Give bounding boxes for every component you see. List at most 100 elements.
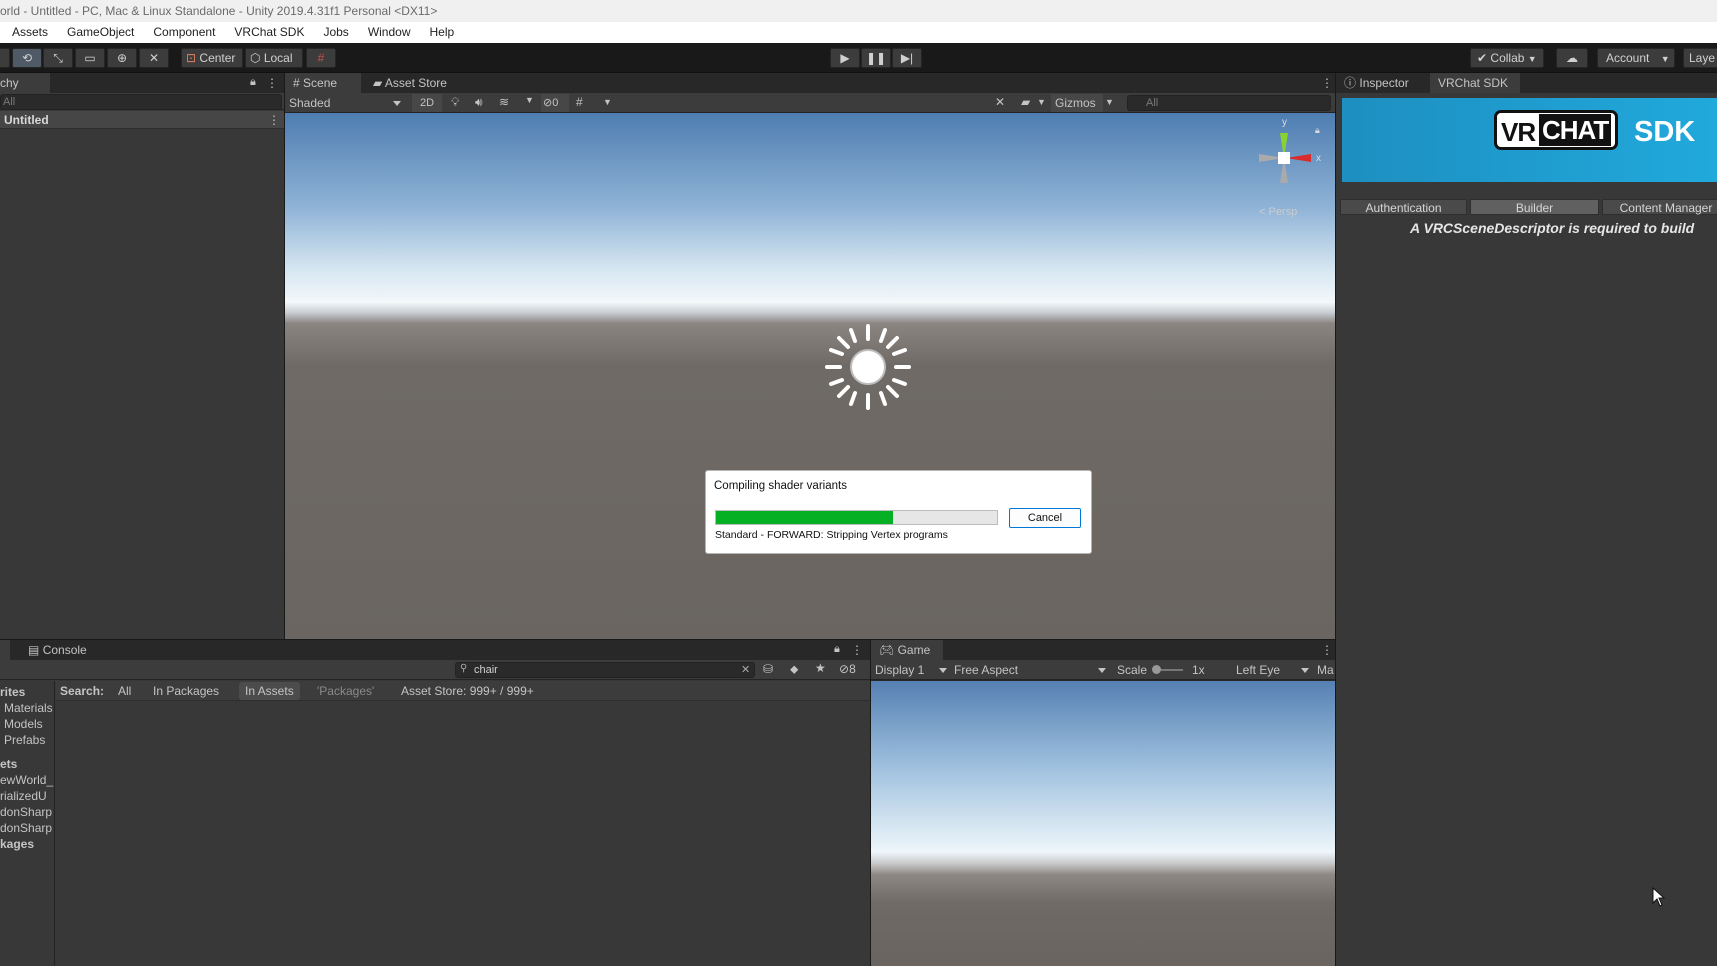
scene-viewport[interactable]: y x 🔒︎ < Persp xyxy=(285,113,1335,639)
scale-tool-button[interactable]: ⤡ xyxy=(43,48,73,68)
game-viewport[interactable] xyxy=(871,681,1335,966)
project-search-input[interactable]: chair xyxy=(455,662,755,678)
packages-header[interactable]: kages xyxy=(0,837,34,852)
menu-jobs[interactable]: Jobs xyxy=(311,22,355,43)
hierarchy-tabbar: chy 🔒︎ ⋮ xyxy=(0,73,284,93)
rotate-tool-button[interactable]: ⟲ xyxy=(12,48,42,68)
more-options-icon[interactable]: ⋮ xyxy=(266,76,278,90)
more-options-icon[interactable]: ⋮ xyxy=(851,643,863,657)
hidden-objects-toggle[interactable]: ⊘0 xyxy=(541,94,569,112)
menu-component[interactable]: Component xyxy=(141,22,222,43)
pause-button[interactable]: ❚❚ xyxy=(861,48,891,68)
step-icon: ▶| xyxy=(900,51,914,65)
scope-all[interactable]: All xyxy=(118,684,131,698)
chevron-down-icon[interactable]: ▼ xyxy=(525,95,534,105)
grid-icon[interactable]: # xyxy=(576,95,583,109)
gizmos-dropdown[interactable]: Gizmos xyxy=(1051,94,1103,112)
hierarchy-search-bar: All xyxy=(0,93,284,110)
audio-icon[interactable]: 🔊︎ xyxy=(475,95,483,110)
tab-hierarchy[interactable]: chy xyxy=(0,73,50,93)
tab-console[interactable]: ▤ Console xyxy=(20,640,100,660)
perspective-label[interactable]: < Persp xyxy=(1259,206,1297,218)
pivot-local-button[interactable]: ⬡ Local xyxy=(245,48,303,68)
tab-builder[interactable]: Builder xyxy=(1470,199,1599,215)
tool-truncated-button[interactable] xyxy=(0,48,10,68)
play-button[interactable]: ▶ xyxy=(830,48,860,68)
tab-project[interactable] xyxy=(0,640,10,660)
scene-header-row[interactable]: Untitled ⋮ xyxy=(0,111,284,129)
2d-toggle[interactable]: 2D xyxy=(412,94,442,112)
scope-packages-folder[interactable]: 'Packages' xyxy=(317,684,374,698)
asset-folder[interactable]: donSharp xyxy=(0,821,52,836)
assets-header[interactable]: ets xyxy=(0,757,17,772)
tab-vrchat-sdk[interactable]: VRChat SDK xyxy=(1430,73,1520,93)
scale-slider-handle[interactable] xyxy=(1152,665,1161,674)
directional-light-icon[interactable] xyxy=(825,324,911,410)
scale-icon: ⤡ xyxy=(53,51,63,65)
asset-store-results[interactable]: Asset Store: 999+ / 999+ xyxy=(401,684,534,698)
transform-tool-button[interactable]: ⊕ xyxy=(107,48,137,68)
menu-help[interactable]: Help xyxy=(418,22,462,43)
favorite-materials[interactable]: Materials xyxy=(4,701,53,716)
favorite-prefabs[interactable]: Prefabs xyxy=(4,733,45,748)
layers-dropdown[interactable]: Laye xyxy=(1683,48,1717,68)
clear-search-icon[interactable]: ✕ xyxy=(741,663,750,676)
maximize-on-play-toggle[interactable]: Ma xyxy=(1317,663,1334,677)
filter-by-type-icon[interactable]: ⛁ xyxy=(763,662,773,676)
vrchat-banner: VR CHAT SDK xyxy=(1342,98,1717,182)
filter-by-label-icon[interactable]: ⬥ xyxy=(790,662,798,677)
more-options-icon[interactable]: ⋮ xyxy=(268,113,280,127)
favorite-models[interactable]: Models xyxy=(4,717,43,732)
play-icon: ▶ xyxy=(840,51,850,65)
aspect-dropdown[interactable]: Free Aspect xyxy=(954,660,1104,680)
rect-tool-button[interactable]: ▭ xyxy=(75,48,105,68)
asset-folder[interactable]: donSharp xyxy=(0,805,52,820)
lock-icon[interactable]: 🔒︎ xyxy=(1315,125,1320,136)
shading-mode-dropdown[interactable]: Shaded xyxy=(289,93,405,113)
cancel-button[interactable]: Cancel xyxy=(1009,508,1081,528)
display-dropdown[interactable]: Display 1 xyxy=(875,660,947,680)
tools-icon[interactable]: ✕ xyxy=(995,95,1005,109)
more-options-icon[interactable]: ⋮ xyxy=(1321,76,1333,90)
effects-icon[interactable]: ≋ xyxy=(499,95,509,109)
tab-inspector[interactable]: ⓘ Inspector xyxy=(1336,73,1428,93)
tab-authentication[interactable]: Authentication xyxy=(1340,199,1467,215)
scene-search-input[interactable]: All xyxy=(1127,95,1331,111)
menu-window[interactable]: Window xyxy=(356,22,418,43)
menu-assets[interactable]: Assets xyxy=(0,22,55,43)
more-options-icon[interactable]: ⋮ xyxy=(1321,643,1333,657)
menu-vrchat-sdk[interactable]: VRChat SDK xyxy=(222,22,311,43)
favorite-star-icon[interactable]: ★ xyxy=(815,661,826,675)
logo-vr-text: VR xyxy=(1501,117,1536,147)
chevron-down-icon[interactable]: ▼ xyxy=(1105,97,1114,107)
scope-in-packages[interactable]: In Packages xyxy=(153,684,219,698)
lock-icon[interactable]: 🔒︎ xyxy=(250,76,256,89)
hierarchy-search-input[interactable]: All xyxy=(0,94,282,110)
tab-asset-store[interactable]: ▰ Asset Store xyxy=(365,73,465,93)
step-button[interactable]: ▶| xyxy=(892,48,922,68)
tab-game[interactable]: 🎮︎ Game xyxy=(871,640,943,660)
dialog-status: Standard - FORWARD: Stripping Vertex pro… xyxy=(715,529,948,541)
camera-icon[interactable]: ▰ xyxy=(1021,95,1030,109)
pivot-center-button[interactable]: ⊡ Center xyxy=(181,48,243,68)
asset-folder[interactable]: rializedU xyxy=(0,789,47,804)
custom-tool-button[interactable]: ✕ xyxy=(139,48,169,68)
dialog-title: Compiling shader variants xyxy=(714,480,847,492)
scope-in-assets[interactable]: In Assets xyxy=(239,682,300,700)
tab-scene[interactable]: # Scene xyxy=(285,73,361,93)
lock-icon[interactable]: 🔒︎ xyxy=(834,643,840,656)
chevron-down-icon[interactable]: ▼ xyxy=(1037,97,1046,107)
chevron-down-icon[interactable]: ▼ xyxy=(603,97,612,107)
tab-content-manager[interactable]: Content Manager xyxy=(1602,199,1717,215)
favorites-header[interactable]: rites xyxy=(0,685,25,700)
asset-folder[interactable]: ewWorld_I xyxy=(0,773,54,788)
hidden-packages-toggle[interactable]: ⊘8 xyxy=(839,662,856,676)
collab-dropdown[interactable]: ✔ Collab ▼ xyxy=(1470,48,1544,68)
lighting-icon[interactable]: 💡︎ xyxy=(451,95,459,110)
menu-gameobject[interactable]: GameObject xyxy=(55,22,141,43)
eye-dropdown[interactable]: Left Eye xyxy=(1236,660,1296,680)
account-dropdown[interactable]: Account ▼ xyxy=(1597,48,1675,68)
grid-snap-button[interactable]: # xyxy=(306,48,336,68)
cloud-button[interactable]: ☁ xyxy=(1556,48,1588,68)
chevron-down-icon xyxy=(1301,668,1309,673)
